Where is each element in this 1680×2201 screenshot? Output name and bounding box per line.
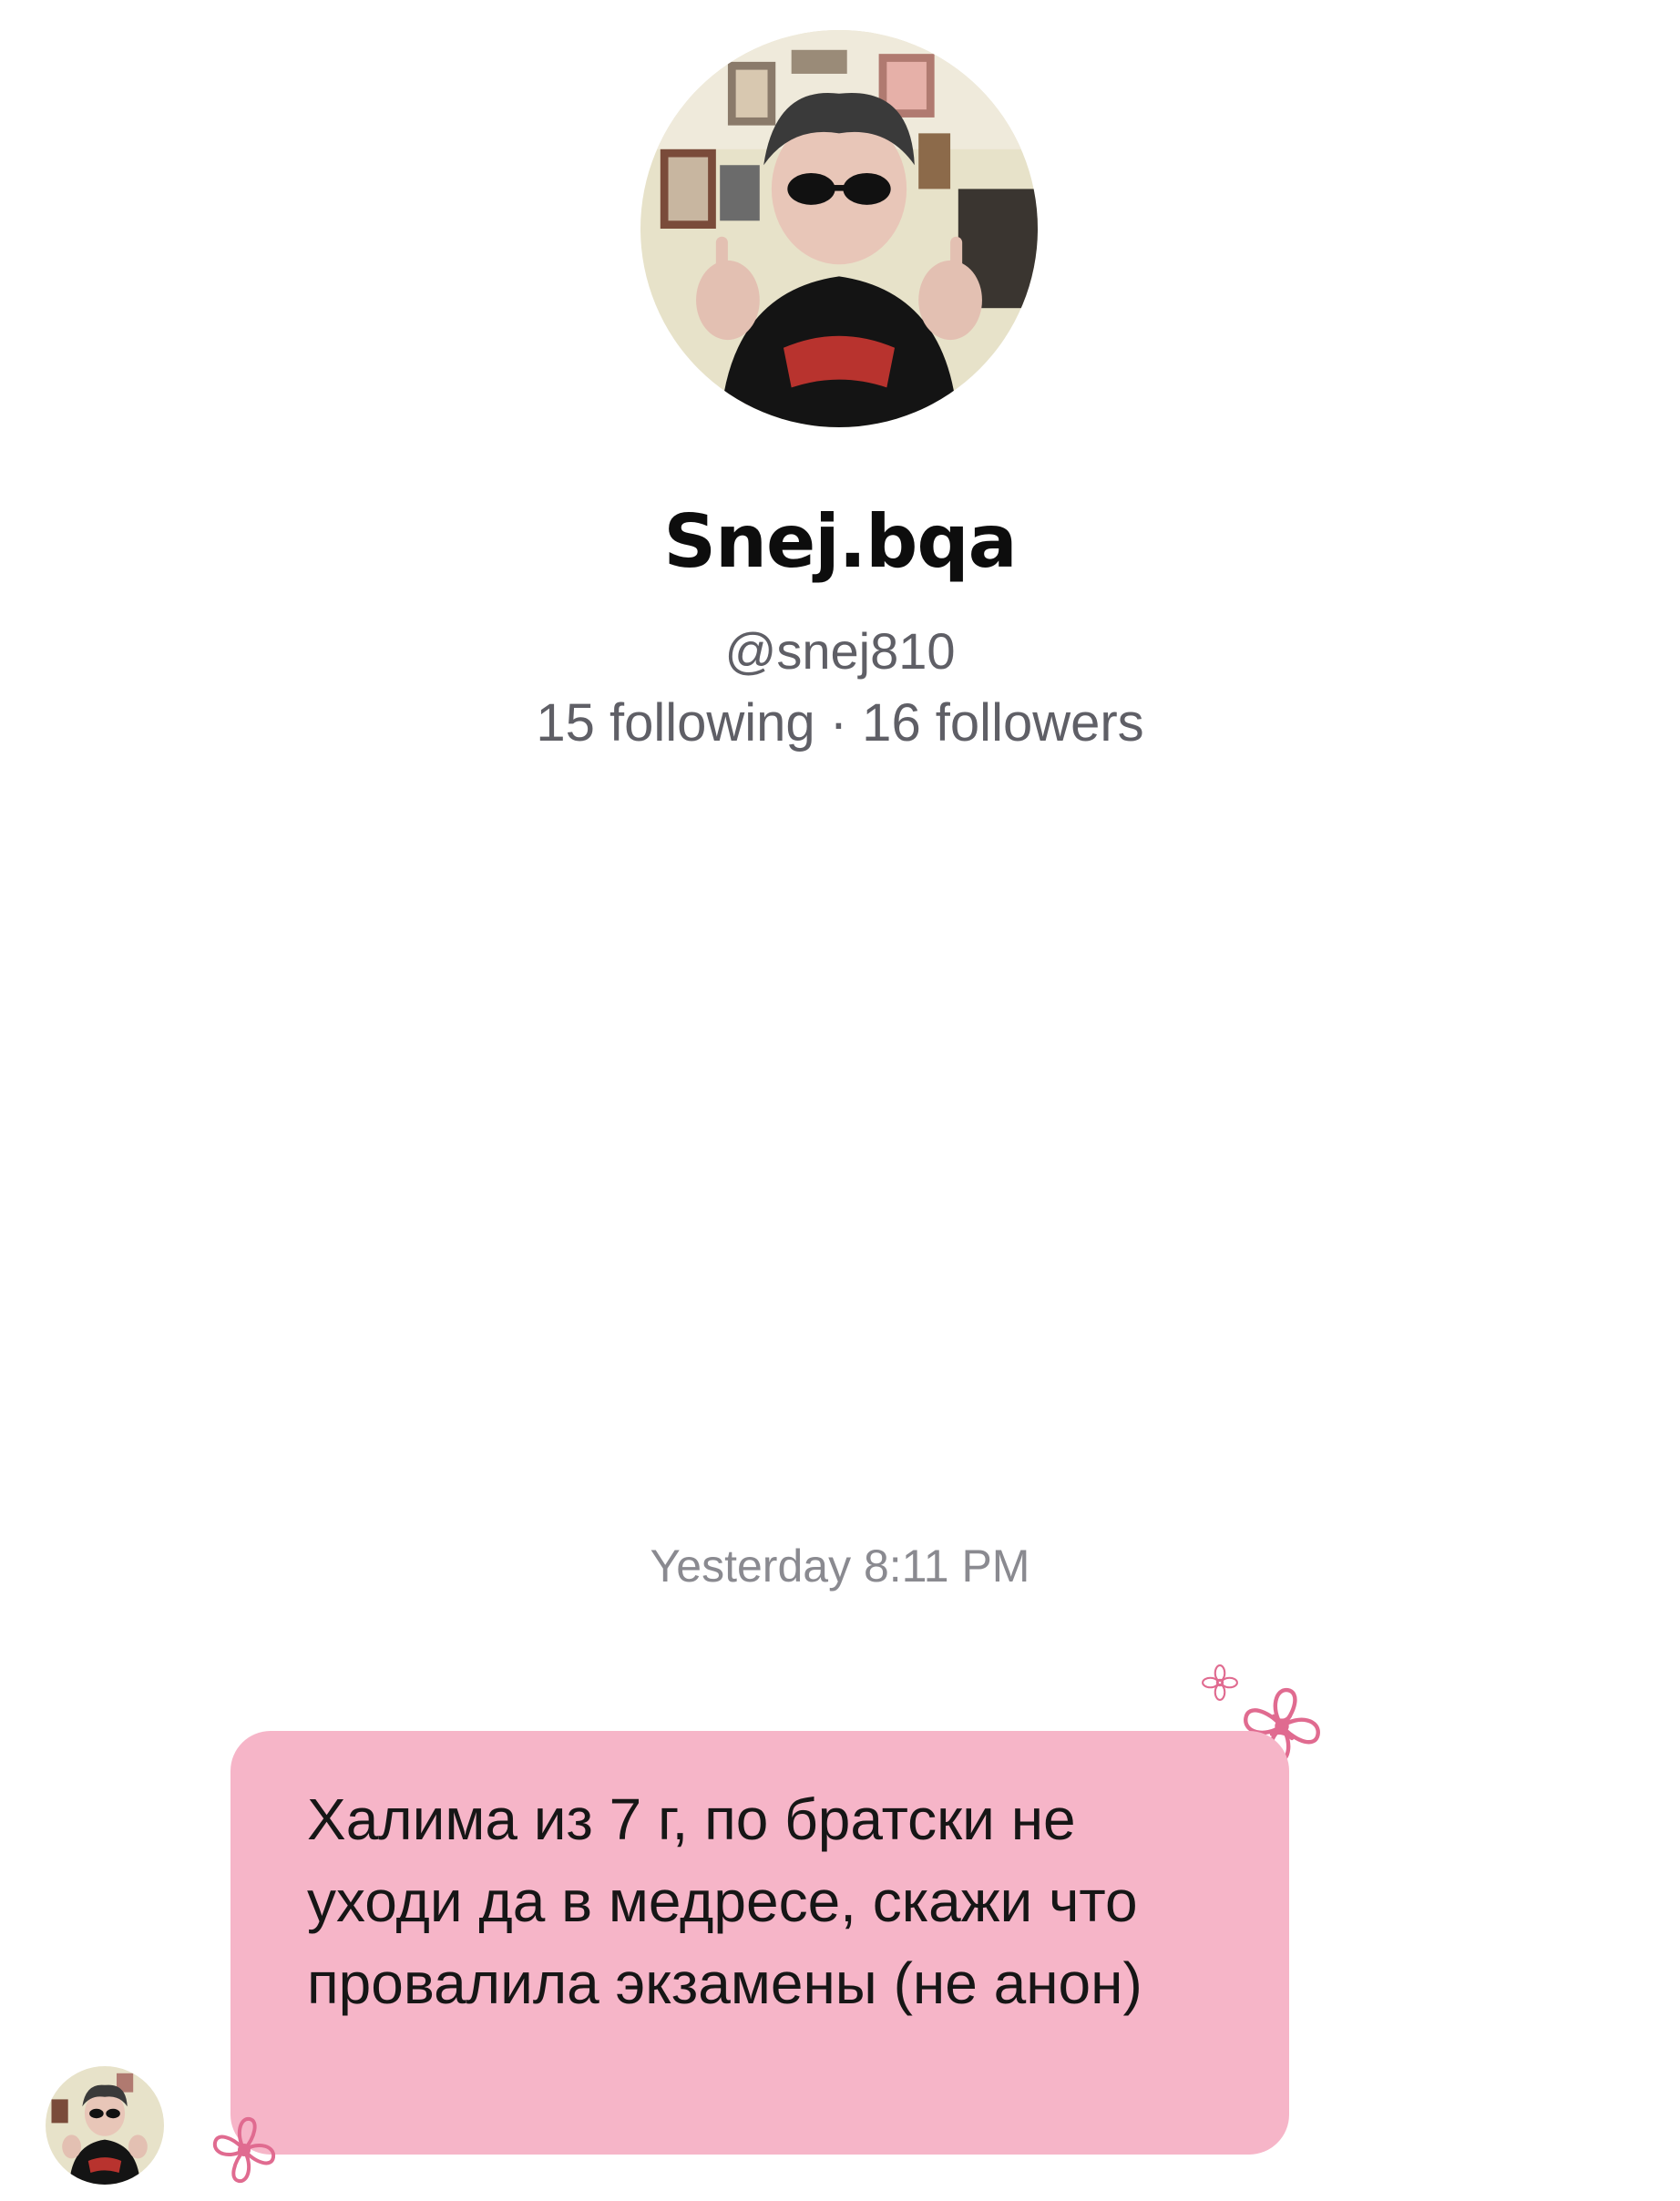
profile-photo-icon bbox=[640, 30, 1038, 427]
profile-photo-icon bbox=[46, 2066, 164, 2185]
profile-stats[interactable]: 15 following · 16 followers bbox=[0, 692, 1680, 753]
message-text: Халима из 7 г, по братски не уходи да в … bbox=[307, 1786, 1142, 2016]
sender-avatar[interactable] bbox=[46, 2066, 164, 2185]
profile-handle: @snej810 bbox=[724, 622, 956, 680]
profile-avatar[interactable] bbox=[640, 30, 1038, 427]
profile-display-name: Snej.bqa bbox=[663, 499, 1017, 584]
message-bubble[interactable]: Халима из 7 г, по братски не уходи да в … bbox=[230, 1731, 1289, 2155]
flower-doodle-icon bbox=[199, 2104, 290, 2196]
message-timestamp: Yesterday 8:11 PM bbox=[650, 1541, 1030, 1592]
